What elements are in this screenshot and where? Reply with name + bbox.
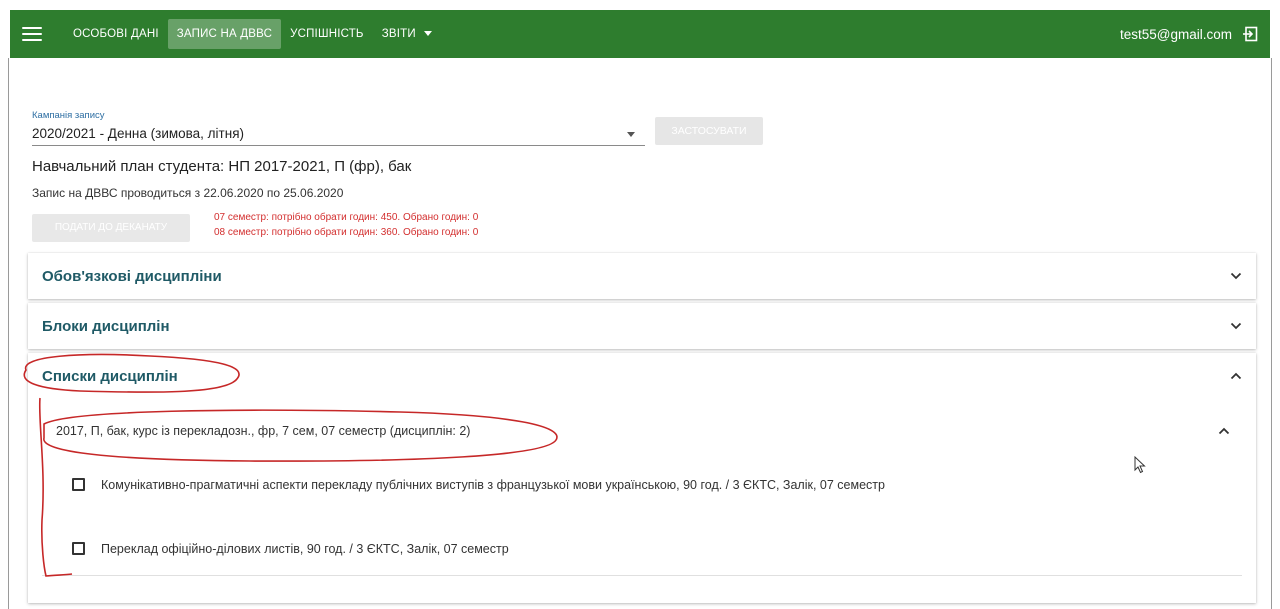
discipline-lists-title: Списки дисциплін <box>42 367 178 385</box>
nav-reports[interactable]: ЗВІТИ <box>373 19 441 49</box>
nav-enrollment[interactable]: ЗАПИС НА ДВВС <box>167 19 282 49</box>
mandatory-disciplines-title: Обов'язкові дисципліни <box>42 267 222 285</box>
discipline-blocks-header[interactable]: Блоки дисциплін <box>28 303 1256 349</box>
checkbox-icon[interactable] <box>72 542 85 555</box>
menu-icon[interactable] <box>22 27 42 41</box>
user-email: test55@gmail.com <box>1120 26 1232 42</box>
chevron-down-icon <box>1230 320 1242 332</box>
enrollment-period-text: Запис на ДВВС проводиться з 22.06.2020 п… <box>32 186 344 200</box>
frame-left-border <box>8 58 9 609</box>
discipline-lists-panel: Списки дисциплін 2017, П, бак, курс із п… <box>28 353 1256 603</box>
nav-personal-data[interactable]: ОСОБОВІ ДАНІ <box>64 19 168 49</box>
checkbox-icon[interactable] <box>72 478 85 491</box>
mouse-cursor-icon <box>1134 456 1146 474</box>
discipline-blocks-title: Блоки дисциплін <box>42 317 170 335</box>
frame-right-border <box>1271 58 1272 609</box>
campaign-value: 2020/2021 - Денна (зимова, літня) <box>32 126 244 141</box>
list-item: Комунікативно-прагматичні аспекти перекл… <box>72 476 901 494</box>
mandatory-disciplines-header[interactable]: Обов'язкові дисципліни <box>28 253 1256 299</box>
chevron-down-icon <box>1230 270 1242 282</box>
semester-8-warning: 08 семестр: потрібно обрати годин: 360. … <box>214 227 479 238</box>
list-item: Переклад офіційно-ділових листів, 90 год… <box>72 540 901 558</box>
dropdown-arrow-icon <box>627 132 635 137</box>
campaign-label: Кампанія запису <box>32 110 105 121</box>
discipline-list-group-header[interactable]: 2017, П, бак, курс із перекладозн., фр, … <box>42 413 1242 449</box>
discipline-list-group-title: 2017, П, бак, курс із перекладозн., фр, … <box>56 424 471 438</box>
discipline-label: Переклад офіційно-ділових листів, 90 год… <box>101 542 509 556</box>
list-divider <box>42 575 1242 576</box>
study-plan-text: Навчальний план студента: НП 2017-2021, … <box>32 158 412 175</box>
caret-down-icon <box>423 31 432 37</box>
logout-icon[interactable] <box>1242 26 1258 42</box>
discipline-lists-header[interactable]: Списки дисциплін <box>28 353 1256 399</box>
top-app-bar: ОСОБОВІ ДАНІ ЗАПИС НА ДВВС УСПІШНІСТЬ ЗВ… <box>10 10 1270 58</box>
nav-grades[interactable]: УСПІШНІСТЬ <box>281 19 373 49</box>
nav-reports-label: ЗВІТИ <box>381 28 416 40</box>
semester-7-warning: 07 семестр: потрібно обрати годин: 450. … <box>214 212 479 223</box>
chevron-up-icon <box>1230 370 1242 382</box>
mandatory-disciplines-panel: Обов'язкові дисципліни <box>28 253 1256 299</box>
user-area: test55@gmail.com <box>1120 26 1258 42</box>
discipline-label: Комунікативно-прагматичні аспекти перекл… <box>101 478 885 492</box>
discipline-blocks-panel: Блоки дисциплін <box>28 303 1256 349</box>
submit-to-deanery-button[interactable]: ПОДАТИ ДО ДЕКАНАТУ <box>32 214 190 242</box>
apply-button[interactable]: ЗАСТОСУВАТИ <box>655 117 763 145</box>
campaign-select[interactable]: 2020/2021 - Денна (зимова, літня) <box>32 124 645 146</box>
chevron-up-icon <box>1218 425 1230 437</box>
